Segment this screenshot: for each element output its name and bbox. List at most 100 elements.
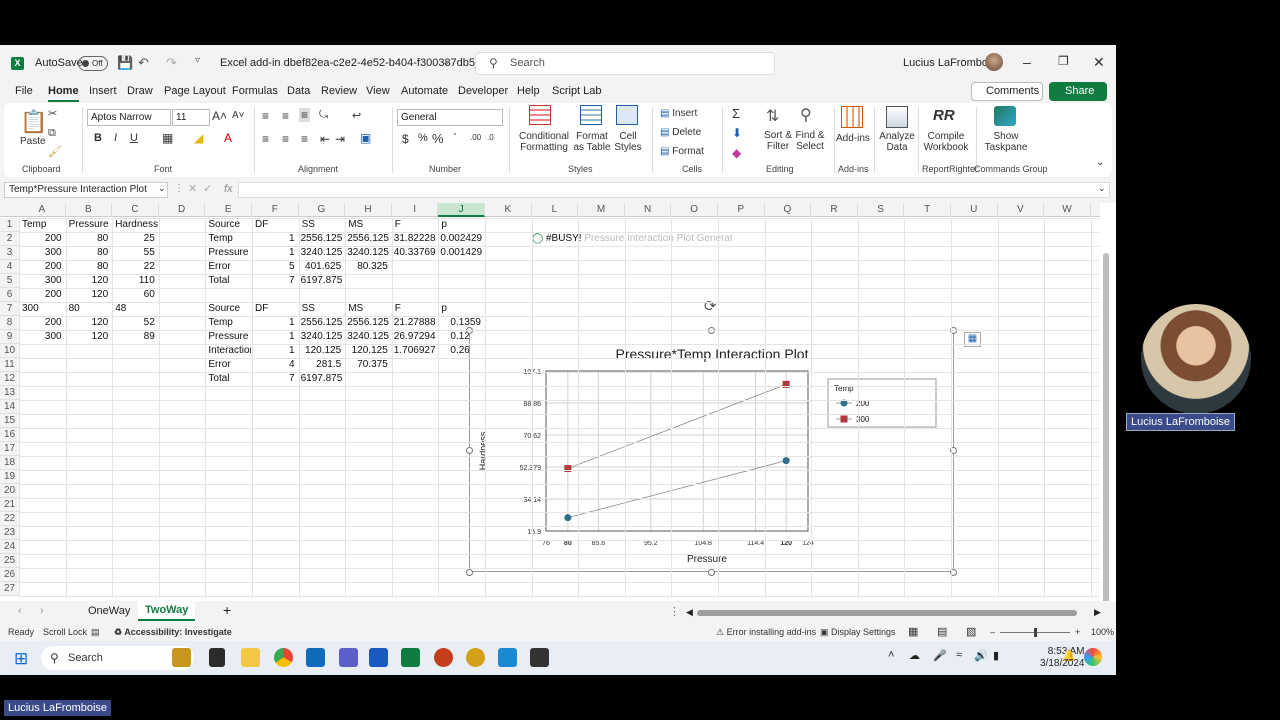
align-right-icon[interactable]: ≡ bbox=[301, 132, 308, 146]
busy-cell[interactable]: ◯ #BUSY! Pressure Interaction Plot Gener… bbox=[532, 232, 732, 246]
cell-e1[interactable]: Source bbox=[207, 218, 251, 232]
macro-recording-icon[interactable]: ▤ bbox=[91, 627, 100, 638]
column-header-i[interactable]: I bbox=[392, 203, 439, 217]
column-header-a[interactable]: A bbox=[19, 203, 66, 217]
row-header-21[interactable]: 21 bbox=[0, 498, 19, 512]
vscode-icon[interactable] bbox=[498, 648, 517, 667]
cell-i7[interactable]: F bbox=[394, 302, 438, 316]
battery-icon[interactable]: ▮ bbox=[993, 649, 999, 662]
zoom-in-icon[interactable]: + bbox=[1075, 627, 1080, 637]
terminal-icon[interactable] bbox=[530, 648, 549, 667]
cell-b1[interactable]: Pressure bbox=[68, 218, 112, 232]
conditional-formatting-button[interactable]: Conditional Formatting bbox=[514, 131, 574, 153]
cell-f1[interactable]: DF bbox=[254, 218, 298, 232]
chrome-icon[interactable] bbox=[274, 648, 293, 667]
wrap-text-icon[interactable]: ↩ bbox=[352, 109, 361, 122]
cell-h7[interactable]: MS bbox=[347, 302, 391, 316]
merge-center-icon[interactable]: ▣ bbox=[360, 131, 371, 145]
cell-c1[interactable]: Hardness bbox=[114, 218, 158, 232]
column-header-p[interactable]: P bbox=[718, 203, 765, 217]
cell-a8[interactable]: 200 bbox=[21, 316, 65, 330]
find-select-button[interactable]: Find & Select bbox=[790, 130, 830, 152]
cancel-icon[interactable]: ✕ bbox=[188, 182, 197, 195]
rotate-handle-icon[interactable]: ⟳ bbox=[704, 297, 717, 315]
expand-formula-icon[interactable]: ⌄ bbox=[1098, 183, 1106, 194]
zoom-out-icon[interactable]: – bbox=[990, 627, 995, 637]
formula-input[interactable] bbox=[238, 182, 1110, 198]
column-header-s[interactable]: S bbox=[858, 203, 905, 217]
cell-j3[interactable]: 0.001429 bbox=[440, 246, 484, 260]
format-as-table-button[interactable]: Format as Table bbox=[570, 131, 614, 153]
outlook-icon[interactable] bbox=[306, 648, 325, 667]
cell-e10[interactable]: Interaction bbox=[207, 344, 251, 358]
row-header-27[interactable]: 27 bbox=[0, 582, 19, 596]
column-header-l[interactable]: L bbox=[532, 203, 579, 217]
cell-styles-button[interactable]: Cell Styles bbox=[610, 131, 646, 153]
zoom-level[interactable]: 100% bbox=[1091, 627, 1114, 637]
tray-chevron-icon[interactable]: ˄ bbox=[888, 649, 894, 661]
wifi-icon[interactable]: ≈ bbox=[956, 649, 962, 661]
name-box[interactable]: Temp*Pressure Interaction Plot bbox=[4, 182, 168, 198]
minimize-icon[interactable]: – bbox=[1023, 54, 1031, 70]
sort-filter-icon[interactable]: ⇅ bbox=[766, 106, 779, 126]
decrease-indent-icon[interactable]: ⇤ bbox=[320, 132, 330, 146]
cell-e2[interactable]: Temp bbox=[207, 232, 251, 246]
search-box[interactable]: ⚲ Search bbox=[475, 52, 775, 75]
paste-icon[interactable]: 📋 bbox=[20, 109, 47, 135]
insert-cells-button[interactable]: ▤ Insert bbox=[660, 108, 697, 119]
page-layout-view-icon[interactable]: ▤ bbox=[937, 625, 947, 638]
currency-icon[interactable]: $ bbox=[402, 132, 409, 146]
cell-c2[interactable]: 25 bbox=[114, 232, 158, 246]
prev-sheet-icon[interactable]: ‹ bbox=[18, 605, 22, 617]
column-header-h[interactable]: H bbox=[345, 203, 392, 217]
column-header-r[interactable]: R bbox=[811, 203, 858, 217]
tab-review[interactable]: Review bbox=[321, 85, 357, 97]
cell-h9[interactable]: 3240.125 bbox=[347, 330, 391, 344]
share-button[interactable]: Share bbox=[1049, 82, 1107, 101]
align-top-icon[interactable]: ≡ bbox=[262, 109, 269, 123]
analyze-data-icon[interactable] bbox=[886, 106, 908, 128]
column-header-e[interactable]: E bbox=[205, 203, 252, 217]
tab-script-lab[interactable]: Script Lab bbox=[552, 85, 602, 97]
tab-insert[interactable]: Insert bbox=[89, 85, 117, 97]
row-header-16[interactable]: 16 bbox=[0, 428, 19, 442]
cell-c6[interactable]: 60 bbox=[114, 288, 158, 302]
clear-icon[interactable]: ◆ bbox=[732, 146, 741, 160]
row-header-2[interactable]: 2 bbox=[0, 232, 19, 246]
file-explorer-icon[interactable] bbox=[241, 648, 260, 667]
cell-g4[interactable]: 401.625 bbox=[301, 260, 345, 274]
row-header-8[interactable]: 8 bbox=[0, 316, 19, 330]
cell-g3[interactable]: 3240.125 bbox=[301, 246, 345, 260]
sheet-tab-oneway[interactable]: OneWay bbox=[88, 605, 130, 617]
tab-formulas[interactable]: Formulas bbox=[232, 85, 278, 97]
percent-style-icon[interactable]: % bbox=[432, 131, 444, 146]
app-icon[interactable] bbox=[466, 648, 485, 667]
row-header-26[interactable]: 26 bbox=[0, 568, 19, 582]
task-view-icon[interactable] bbox=[209, 648, 225, 667]
cell-g9[interactable]: 3240.125 bbox=[301, 330, 345, 344]
cell-e11[interactable]: Error bbox=[207, 358, 251, 372]
interaction-plot-chart[interactable]: Pressure*Temp Interaction Plot 76 80 85.6 95… bbox=[469, 330, 954, 572]
add-sheet-icon[interactable]: + bbox=[223, 602, 231, 618]
cell-a3[interactable]: 300 bbox=[21, 246, 65, 260]
cell-b6[interactable]: 120 bbox=[68, 288, 112, 302]
user-avatar[interactable] bbox=[985, 53, 1003, 71]
excel-taskbar-icon[interactable] bbox=[401, 648, 420, 667]
row-header-17[interactable]: 17 bbox=[0, 442, 19, 456]
tab-help[interactable]: Help bbox=[517, 85, 540, 97]
cell-i10[interactable]: 1.706927 bbox=[394, 344, 438, 358]
cell-f4[interactable]: 5 bbox=[254, 260, 298, 274]
row-header-7[interactable]: 7 bbox=[0, 302, 19, 316]
increase-decimal-icon[interactable]: .00 bbox=[470, 133, 481, 142]
redo-icon[interactable]: ↷ bbox=[166, 55, 177, 71]
orientation-icon[interactable]: ⤿ bbox=[319, 109, 328, 122]
document-title[interactable]: Excel add-in dbef82ea-c2e2-4e52-b404-f30… bbox=[220, 57, 496, 69]
copy-icon[interactable]: ⧉ bbox=[48, 127, 56, 140]
decrease-font-icon[interactable]: A˅ bbox=[232, 110, 245, 121]
format-painter-icon[interactable]: 🖌 bbox=[48, 145, 62, 158]
cell-g11[interactable]: 281.5 bbox=[301, 358, 345, 372]
normal-view-icon[interactable]: ▦ bbox=[908, 625, 918, 638]
cell-i2[interactable]: 31.82228 bbox=[394, 232, 438, 246]
cell-b4[interactable]: 80 bbox=[68, 260, 112, 274]
cell-f5[interactable]: 7 bbox=[254, 274, 298, 288]
